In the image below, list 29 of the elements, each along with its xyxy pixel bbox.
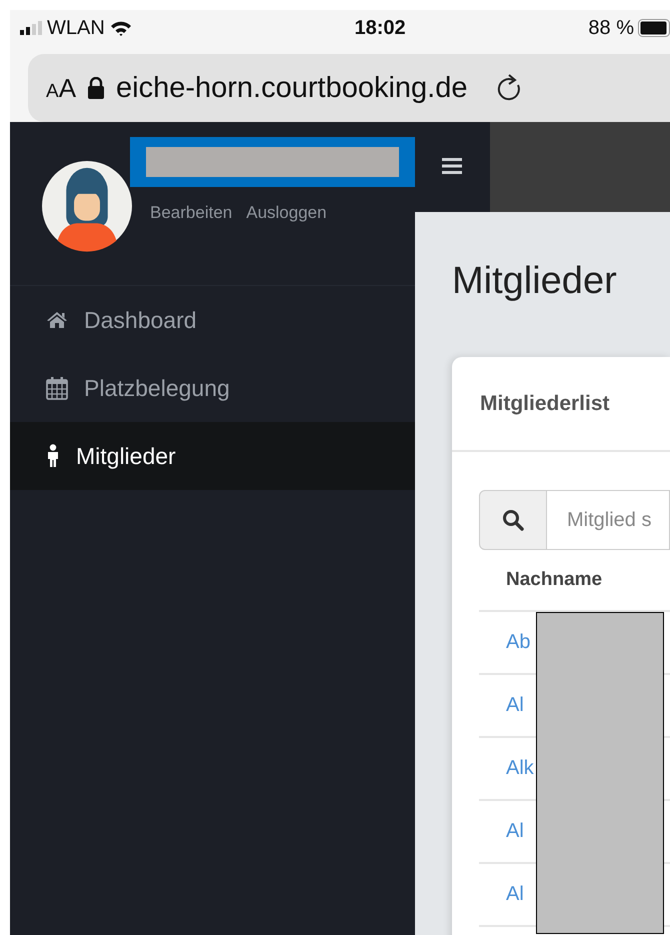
text-size-button[interactable]: AA bbox=[46, 72, 76, 104]
member-link[interactable]: Ab bbox=[506, 631, 530, 654]
search-field[interactable]: Mitglied s bbox=[547, 490, 670, 550]
profile-link[interactable]: Bearbeiten bbox=[150, 203, 232, 223]
status-time: 18:02 bbox=[354, 16, 406, 40]
home-icon bbox=[46, 311, 68, 329]
wifi-icon bbox=[110, 20, 132, 36]
sidebar-item[interactable]: Mitglieder bbox=[10, 422, 415, 490]
sidebar-item[interactable]: Platzbelegung bbox=[10, 354, 415, 422]
signal-icon bbox=[20, 21, 42, 35]
network-label: WLAN bbox=[47, 16, 105, 40]
url-text: eiche-horn.courtbooking.de bbox=[116, 72, 468, 104]
card-title: Mitgliederlist bbox=[480, 392, 610, 416]
calendar-icon bbox=[46, 376, 68, 400]
menu-icon[interactable] bbox=[442, 157, 462, 175]
page-title: Mitglieder bbox=[452, 260, 618, 304]
address-bar[interactable]: AA eiche-horn.courtbooking.de bbox=[28, 54, 670, 122]
battery-percentage: 88 % bbox=[588, 16, 634, 40]
reload-icon[interactable] bbox=[496, 74, 522, 102]
lock-icon bbox=[88, 77, 104, 99]
member-link[interactable]: Al bbox=[506, 820, 524, 843]
search-icon bbox=[502, 509, 524, 531]
member-link[interactable]: Al bbox=[506, 883, 524, 906]
member-link[interactable]: Al bbox=[506, 694, 524, 717]
profile-link[interactable]: Ausloggen bbox=[246, 203, 327, 223]
battery-icon bbox=[638, 19, 670, 37]
person-icon bbox=[46, 444, 60, 468]
sidebar-item[interactable]: Dashboard bbox=[10, 286, 415, 354]
member-link[interactable]: Alk bbox=[506, 757, 534, 780]
